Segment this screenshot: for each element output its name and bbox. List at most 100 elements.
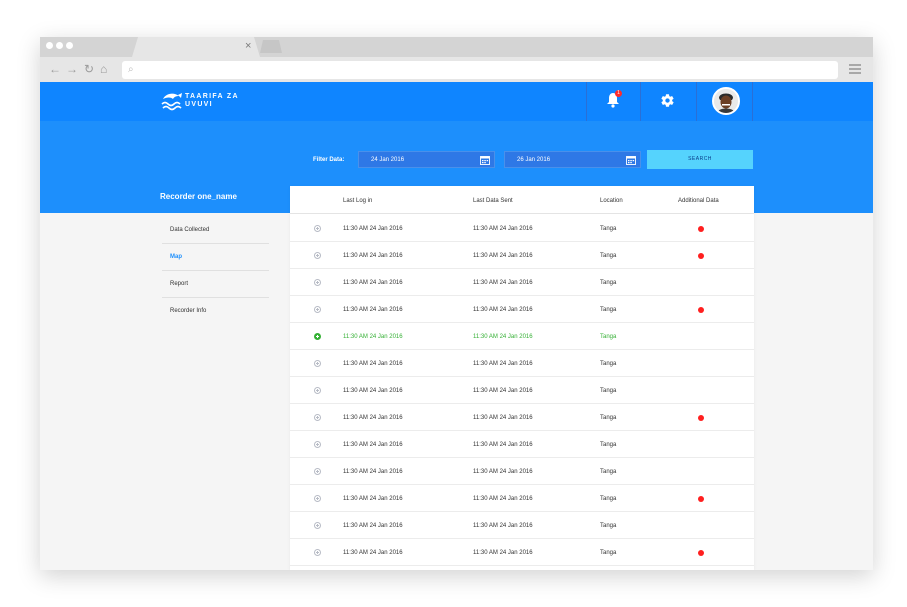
cell-last-data-sent: 11:30 AM 24 Jan 2016: [473, 550, 533, 556]
cell-last-data-sent: 11:30 AM 24 Jan 2016: [473, 415, 533, 421]
additional-data-indicator[interactable]: [698, 550, 704, 556]
sidebar-item-report[interactable]: Report: [162, 271, 269, 298]
cell-location: Tanga: [600, 523, 617, 529]
cell-last-log-in: 11:30 AM 24 Jan 2016: [343, 307, 403, 313]
cell-last-log-in: 11:30 AM 24 Jan 2016: [343, 469, 403, 475]
app-logo[interactable]: TAARIFA ZA UVUVI: [161, 90, 241, 112]
data-table: Last Log in Last Data Sent Location Addi…: [290, 186, 754, 570]
gear-icon[interactable]: [660, 93, 675, 108]
cell-last-log-in: 11:30 AM 24 Jan 2016: [343, 280, 403, 286]
cell-last-log-in: 11:30 AM 24 Jan 2016: [343, 334, 403, 340]
expand-plus-icon[interactable]: [314, 522, 321, 529]
table-row[interactable]: 11:30 AM 24 Jan 2016 11:30 AM 24 Jan 2016…: [290, 377, 754, 404]
back-arrow-icon[interactable]: ←: [49, 62, 61, 76]
header-divider: [640, 82, 641, 121]
cell-location: Tanga: [600, 550, 617, 556]
table-row[interactable]: 11:30 AM 24 Jan 2016 11:30 AM 24 Jan 2016…: [290, 269, 754, 296]
sidebar-item-recorder-info[interactable]: Recorder Info: [162, 298, 269, 325]
expand-plus-icon[interactable]: [314, 333, 321, 340]
expand-plus-icon[interactable]: [314, 225, 321, 232]
avatar[interactable]: [712, 87, 740, 115]
home-icon[interactable]: ⌂: [100, 62, 107, 76]
table-row[interactable]: 11:30 AM 24 Jan 2016 11:30 AM 24 Jan 2016…: [290, 404, 754, 431]
end-date-value: 26 Jan 2016: [517, 157, 551, 163]
cell-last-data-sent: 11:30 AM 24 Jan 2016: [473, 523, 533, 529]
search-icon: ⌕: [128, 64, 134, 75]
cell-location: Tanga: [600, 226, 617, 232]
browser-toolbar: ← → ↻ ⌂ ⌕: [40, 57, 873, 82]
cell-last-data-sent: 11:30 AM 24 Jan 2016: [473, 253, 533, 259]
start-date-input[interactable]: 24 Jan 2016: [358, 151, 495, 168]
table-row[interactable]: 11:30 AM 24 Jan 2016 11:30 AM 24 Jan 2016…: [290, 350, 754, 377]
reload-icon[interactable]: ↻: [84, 62, 94, 76]
browser-tab[interactable]: [132, 37, 260, 57]
table-row[interactable]: 11:30 AM 24 Jan 2016 11:30 AM 24 Jan 2016…: [290, 512, 754, 539]
window-close-dot[interactable]: [46, 42, 53, 49]
cell-last-log-in: 11:30 AM 24 Jan 2016: [343, 442, 403, 448]
cell-location: Tanga: [600, 469, 617, 475]
window-maximize-dot[interactable]: [66, 42, 73, 49]
expand-plus-icon[interactable]: [314, 468, 321, 475]
table-row[interactable]: 11:30 AM 24 Jan 2016 11:30 AM 24 Jan 2016…: [290, 431, 754, 458]
column-header-additional-data[interactable]: Additional Data: [678, 197, 719, 205]
additional-data-indicator[interactable]: [698, 307, 704, 313]
cell-location: Tanga: [600, 307, 617, 313]
column-header-last-log-in[interactable]: Last Log in: [343, 197, 372, 205]
cell-last-log-in: 11:30 AM 24 Jan 2016: [343, 415, 403, 421]
additional-data-indicator[interactable]: [698, 415, 704, 421]
expand-plus-icon[interactable]: [314, 414, 321, 421]
fish-logo-icon: [161, 93, 182, 111]
header-divider: [752, 82, 753, 121]
cell-last-log-in: 11:30 AM 24 Jan 2016: [343, 226, 403, 232]
cell-last-log-in: 11:30 AM 24 Jan 2016: [343, 388, 403, 394]
address-bar[interactable]: ⌕: [122, 61, 838, 79]
cell-last-log-in: 11:30 AM 24 Jan 2016: [343, 253, 403, 259]
cell-last-data-sent: 11:30 AM 24 Jan 2016: [473, 388, 533, 394]
filter-data-label: Filter Data:: [313, 157, 345, 163]
new-tab-button[interactable]: [260, 40, 282, 53]
column-header-location[interactable]: Location: [600, 197, 623, 205]
expand-plus-icon[interactable]: [314, 549, 321, 556]
header-divider: [586, 82, 587, 121]
table-header: Last Log in Last Data Sent Location Addi…: [290, 186, 754, 214]
additional-data-indicator[interactable]: [698, 226, 704, 232]
expand-plus-icon[interactable]: [314, 360, 321, 367]
table-row[interactable]: 11:30 AM 24 Jan 2016 11:30 AM 24 Jan 2016…: [290, 458, 754, 485]
table-row[interactable]: 11:30 AM 24 Jan 2016 11:30 AM 24 Jan 2016…: [290, 296, 754, 323]
cell-location: Tanga: [600, 415, 617, 421]
expand-plus-icon[interactable]: [314, 252, 321, 259]
column-header-last-data-sent[interactable]: Last Data Sent: [473, 197, 513, 205]
sidebar-item-data-collected[interactable]: Data Collected: [162, 217, 269, 244]
browser-menu-icon[interactable]: [849, 64, 861, 74]
search-button[interactable]: SEARCH: [647, 150, 753, 169]
cell-last-data-sent: 11:30 AM 24 Jan 2016: [473, 361, 533, 367]
calendar-icon[interactable]: [626, 155, 636, 165]
additional-data-indicator[interactable]: [698, 496, 704, 502]
cell-location: Tanga: [600, 442, 617, 448]
table-row[interactable]: 11:30 AM 24 Jan 2016 11:30 AM 24 Jan 2016…: [290, 485, 754, 512]
cell-location: Tanga: [600, 253, 617, 259]
forward-arrow-icon[interactable]: →: [66, 62, 78, 76]
cell-last-log-in: 11:30 AM 24 Jan 2016: [343, 496, 403, 502]
end-date-input[interactable]: 26 Jan 2016: [504, 151, 641, 168]
cell-last-data-sent: 11:30 AM 24 Jan 2016: [473, 334, 533, 340]
logo-text: TAARIFA ZA UVUVI: [185, 93, 239, 109]
expand-plus-icon[interactable]: [314, 441, 321, 448]
expand-plus-icon[interactable]: [314, 306, 321, 313]
table-row[interactable]: 11:30 AM 24 Jan 2016 11:30 AM 24 Jan 2016…: [290, 323, 754, 350]
browser-window: × ← → ↻ ⌂ ⌕ TAARIFA ZA UVUVI 1 Filter Da…: [40, 37, 873, 570]
cell-last-data-sent: 11:30 AM 24 Jan 2016: [473, 226, 533, 232]
expand-plus-icon[interactable]: [314, 279, 321, 286]
window-minimize-dot[interactable]: [56, 42, 63, 49]
app-header: TAARIFA ZA UVUVI 1: [40, 82, 873, 121]
table-row[interactable]: 11:30 AM 24 Jan 2016 11:30 AM 24 Jan 2016…: [290, 215, 754, 242]
cell-last-data-sent: 11:30 AM 24 Jan 2016: [473, 307, 533, 313]
table-row[interactable]: 11:30 AM 24 Jan 2016 11:30 AM 24 Jan 2016…: [290, 242, 754, 269]
additional-data-indicator[interactable]: [698, 253, 704, 259]
tab-close-icon[interactable]: ×: [245, 39, 251, 53]
table-row[interactable]: 11:30 AM 24 Jan 2016 11:30 AM 24 Jan 2016…: [290, 539, 754, 566]
expand-plus-icon[interactable]: [314, 495, 321, 502]
expand-plus-icon[interactable]: [314, 387, 321, 394]
calendar-icon[interactable]: [480, 155, 490, 165]
sidebar-item-map[interactable]: Map: [162, 244, 269, 271]
